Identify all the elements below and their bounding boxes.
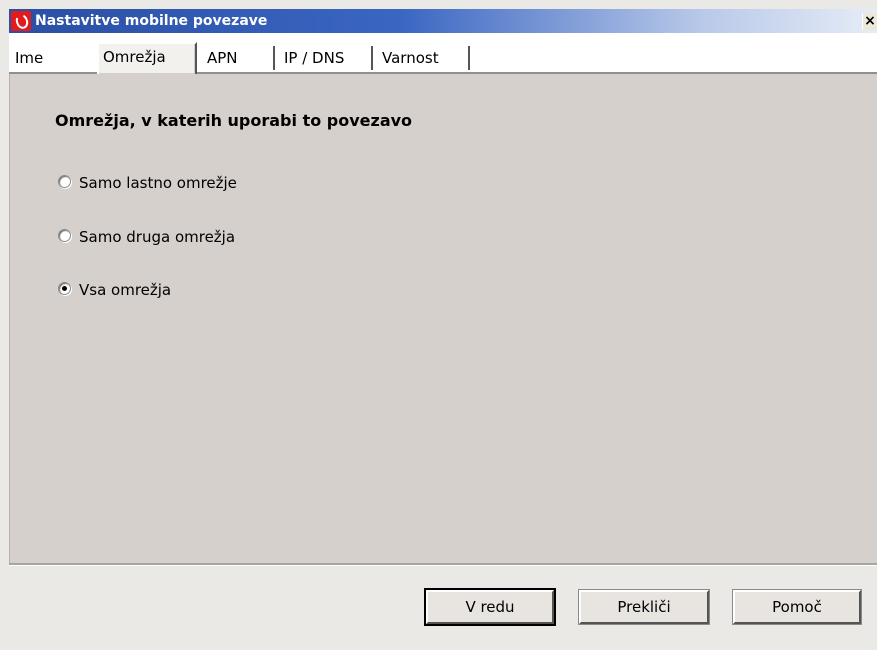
radio-icon[interactable] (58, 175, 71, 188)
window-title: Nastavitve mobilne povezave (35, 13, 268, 29)
close-button[interactable]: × (862, 13, 877, 30)
help-button[interactable]: Pomoč (732, 589, 862, 625)
cancel-button[interactable]: Prekliči (578, 589, 710, 625)
radio-selected-icon[interactable] (58, 282, 71, 295)
radio-dot-icon (62, 286, 67, 291)
tab-omrezja[interactable]: Omrežja (97, 42, 197, 74)
tab-varnost[interactable]: Varnost (378, 46, 470, 70)
tab-ime[interactable]: Ime (11, 46, 89, 70)
vodafone-logo-icon (11, 11, 31, 31)
radio-label[interactable]: Vsa omrežja (79, 279, 171, 301)
tab-ip-dns[interactable]: IP / DNS (280, 46, 373, 70)
tab-apn[interactable]: APN (203, 46, 275, 70)
settings-window: Nastavitve mobilne povezave × Ime Omrežj… (0, 0, 877, 650)
radio-icon[interactable] (58, 229, 71, 242)
tab-content-panel (9, 74, 877, 563)
section-title: Omrežja, v katerih uporabi to povezavo (55, 111, 413, 130)
title-bar[interactable]: Nastavitve mobilne povezave × (9, 9, 877, 33)
ok-button[interactable]: V redu (424, 588, 556, 626)
radio-label[interactable]: Samo lastno omrežje (79, 172, 237, 194)
radio-label[interactable]: Samo druga omrežja (79, 226, 235, 248)
